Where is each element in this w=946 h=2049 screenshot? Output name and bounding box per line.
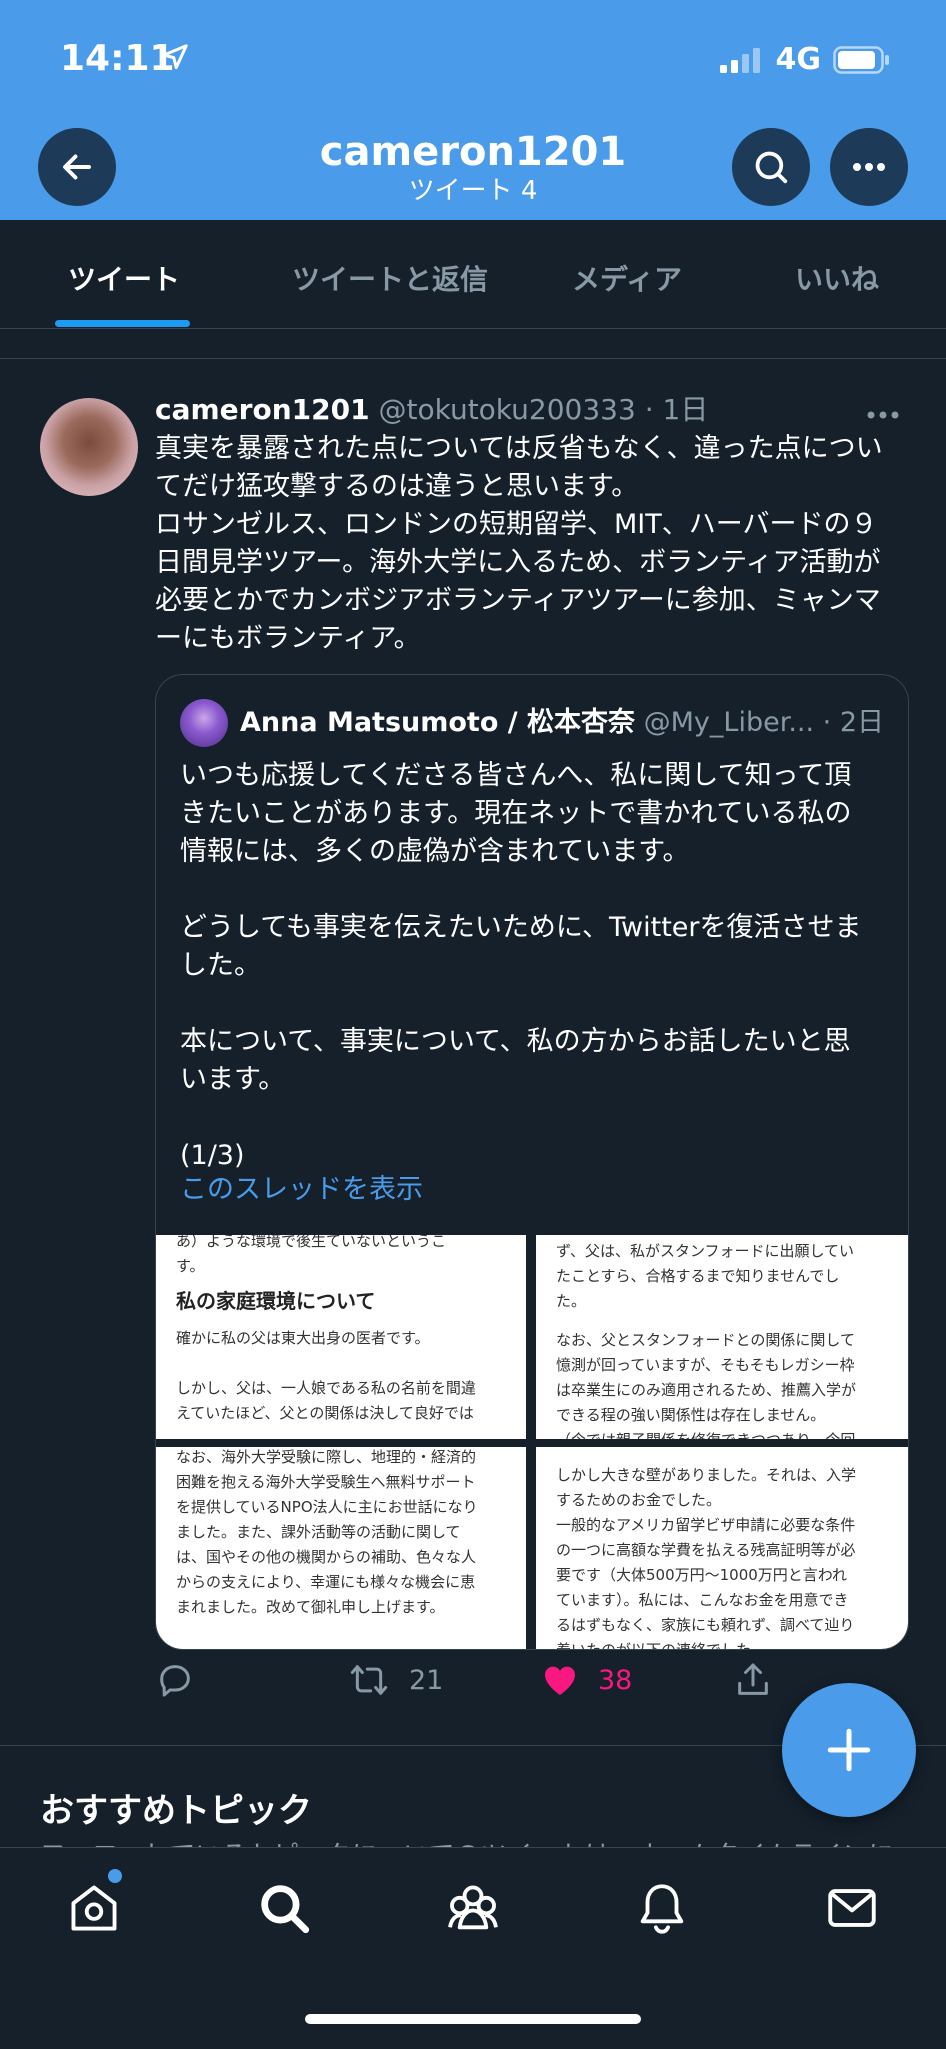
quoted-author-handle: @My_Liber...	[643, 707, 815, 738]
image-text: なお、父とスタンフォードとの関係に関して 憶測が回っていますが、そもそもレガシー…	[556, 1331, 857, 1439]
retweet-button[interactable]: 21	[347, 1660, 443, 1700]
image-text: なお、海外大学受験に際し、地理的・経済的 困難を抱える海外大学受験生へ無料サポー…	[176, 1448, 478, 1616]
nav-communities[interactable]	[443, 1878, 503, 1938]
communities-icon	[448, 1885, 498, 1930]
image-text: あ）ような環境で後生ていないというこ す。	[176, 1235, 447, 1275]
tweet-more-button[interactable]	[865, 406, 901, 425]
more-button[interactable]	[830, 128, 908, 206]
attached-image-3[interactable]: なお、海外大学受験に際し、地理的・経済的 困難を抱える海外大学受験生へ無料サポー…	[156, 1447, 526, 1649]
battery-icon	[833, 45, 889, 74]
reply-icon	[160, 1665, 190, 1697]
tweet-time: · 1日	[644, 393, 709, 426]
search-icon	[755, 151, 788, 184]
image-text: 確かに私の父は東大出身の医者です。 しかし、父は、一人娘である私の名前を間違 え…	[176, 1329, 476, 1422]
home-icon	[71, 1885, 117, 1931]
search-button[interactable]	[732, 128, 810, 206]
divider	[0, 358, 946, 359]
image-grid: あ）ような環境で後生ていないというこ す。 私の家庭環境について 確かに私の父は…	[156, 1235, 908, 1649]
tab-tweets[interactable]: ツイート	[68, 258, 180, 298]
recommended-topics-text: フォローしているトピックについてのツイートは、ホームタイムラインに表示され	[40, 1835, 890, 1847]
share-icon	[738, 1663, 768, 1695]
search-icon	[261, 1885, 310, 1934]
plus-icon	[827, 1728, 871, 1772]
nav-messages[interactable]	[822, 1878, 882, 1938]
recommended-topics-title: おすすめトピック	[40, 1791, 312, 1831]
like-count: 38	[598, 1664, 633, 1696]
like-button[interactable]: 38	[540, 1660, 632, 1700]
tweet-author-name[interactable]: cameron1201	[155, 393, 370, 426]
show-thread-link[interactable]: このスレッドを表示	[180, 1171, 423, 1209]
nav-home[interactable]	[64, 1878, 124, 1938]
tweet-actions: 21 38	[155, 1660, 895, 1710]
compose-tweet-button[interactable]	[782, 1683, 916, 1817]
image-text: ず、父は、私がスタンフォードに出願してい たことすら、合格するまで知りませんでし…	[556, 1242, 855, 1310]
share-button[interactable]	[733, 1660, 773, 1700]
attached-image-2[interactable]: ず、父は、私がスタンフォードに出願してい たことすら、合格するまで知りませんでし…	[536, 1235, 908, 1439]
home-indicator	[305, 2014, 641, 2024]
quoted-tweet[interactable]: Anna Matsumoto / 松本杏奈 @My_Liber... · 2日 …	[155, 674, 909, 1650]
network-type: 4G	[775, 42, 822, 77]
image-heading: 私の家庭環境について	[176, 1289, 376, 1313]
location-arrow-icon	[160, 42, 190, 76]
tab-media[interactable]: メディア	[572, 258, 682, 298]
tweet-author-handle: @tokutoku200333	[378, 393, 636, 426]
nav-notifications[interactable]	[632, 1878, 692, 1938]
quoted-time: · 2日	[822, 707, 885, 738]
status-indicators: 4G	[718, 42, 892, 77]
more-horizontal-icon	[853, 163, 885, 171]
heart-filled-icon	[545, 1666, 575, 1695]
active-tab-indicator	[55, 320, 190, 327]
mail-icon	[828, 1889, 876, 1927]
more-horizontal-icon	[867, 411, 899, 419]
attached-image-1[interactable]: あ）ような環境で後生ていないというこ す。 私の家庭環境について 確かに私の父は…	[156, 1235, 526, 1439]
nav-search[interactable]	[254, 1878, 314, 1938]
quoted-header: Anna Matsumoto / 松本杏奈 @My_Liber... · 2日	[240, 703, 884, 743]
signal-bars-icon	[719, 47, 760, 73]
reply-button[interactable]	[155, 1660, 195, 1700]
attached-image-4[interactable]: しかし大きな壁がありました。それは、入学 するためのお金でした。 一般的なアメリ…	[536, 1447, 908, 1649]
quoted-avatar	[180, 699, 228, 747]
bell-icon	[640, 1884, 684, 1934]
retweet-count: 21	[409, 1664, 444, 1696]
retweet-icon	[350, 1665, 388, 1695]
tweet-text: 真実を暴露された点については反省もなく、違った点につい てだけ猛攻撃するのは違う…	[155, 433, 883, 654]
tweet-header: cameron1201 @tokutoku200333 · 1日	[155, 392, 708, 428]
tab-tweets-and-replies[interactable]: ツイートと返信	[292, 258, 488, 298]
image-text: しかし大きな壁がありました。それは、入学 するためのお金でした。 一般的なアメリ…	[556, 1466, 857, 1649]
tab-likes[interactable]: いいね	[795, 258, 879, 298]
quoted-text: いつも応援してくださる皆さんへ、私に関して知って頂 きたいことがあります。現在ネ…	[180, 760, 862, 1171]
status-time: 14:11	[60, 38, 175, 79]
quoted-author-name: Anna Matsumoto / 松本杏奈	[240, 707, 636, 738]
avatar[interactable]	[40, 398, 138, 496]
